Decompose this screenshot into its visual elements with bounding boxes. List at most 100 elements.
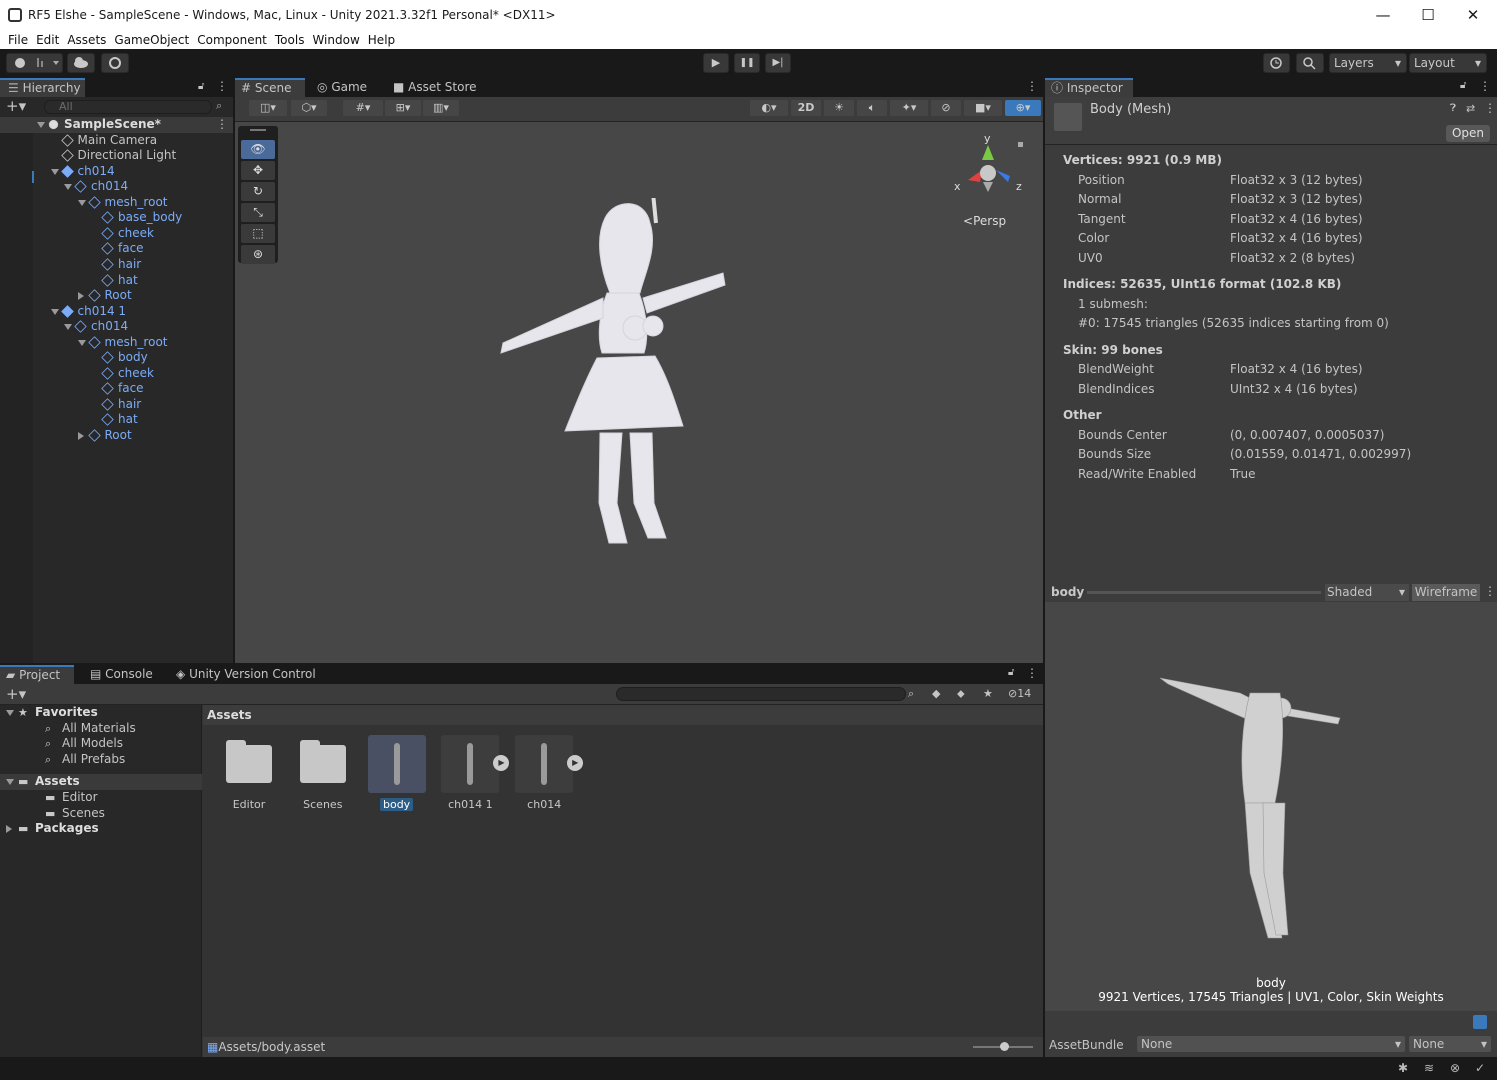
visibility-toggle-button[interactable]: ⊘ (931, 100, 961, 116)
2d-toggle-button[interactable]: 2D (791, 100, 821, 116)
project-tree-item[interactable]: ⌕ All Materials (0, 721, 202, 737)
effects-toggle-button[interactable]: ✦▾ (890, 100, 928, 116)
expand-arrow-icon[interactable] (37, 122, 45, 128)
shading-dropdown[interactable]: Shaded ▾ (1325, 584, 1409, 601)
network-icon[interactable]: ⊗ (1450, 1061, 1460, 1075)
close-button[interactable]: ✕ (1453, 4, 1493, 26)
tab-asset-store[interactable]: ■ Asset Store (387, 78, 487, 97)
ruler-button[interactable]: ▥▾ (423, 100, 459, 116)
check-circle-icon[interactable]: ✓ (1475, 1061, 1485, 1075)
hierarchy-row[interactable]: cheek (0, 366, 233, 382)
hierarchy-row[interactable]: Root (0, 428, 233, 444)
layers-dropdown[interactable]: Layers ▾ (1329, 53, 1407, 73)
hierarchy-row[interactable]: hat (0, 273, 233, 289)
audio-toggle-button[interactable]: 🔈︎ (857, 100, 887, 116)
collapse-arrow-icon[interactable] (6, 825, 12, 834)
lock-icon[interactable]: 🔓︎ (198, 81, 204, 92)
hierarchy-row[interactable]: ch014 (0, 179, 233, 195)
transform-tool-button[interactable]: ⊛ (241, 245, 275, 264)
label-filter-icon[interactable]: ⬥ (957, 687, 965, 701)
step-button[interactable]: ▶| (765, 53, 791, 73)
hierarchy-row[interactable]: Root (0, 288, 233, 304)
lock-icon[interactable]: 🔓︎ (1008, 667, 1014, 678)
menu-window[interactable]: Window (304, 30, 359, 47)
menu-gameobject[interactable]: GameObject (106, 30, 189, 47)
create-add-button[interactable]: +▾ (6, 97, 26, 115)
move-tool-button[interactable]: ✥ (241, 161, 275, 180)
hierarchy-row[interactable]: Main Camera (0, 133, 233, 149)
pause-button[interactable]: ❚❚ (734, 53, 760, 73)
hidden-packages-toggle[interactable]: ⊘14 (1008, 687, 1031, 700)
layers-stack-icon[interactable]: ≋ (1424, 1061, 1434, 1075)
filter-type-icon[interactable]: ◆ (932, 687, 940, 700)
rotate-tool-button[interactable]: ↻ (241, 182, 275, 201)
menu-edit[interactable]: Edit (28, 30, 59, 47)
menu-help[interactable]: Help (360, 30, 395, 47)
tab-scene[interactable]: # Scene (235, 78, 305, 97)
expand-arrow-icon[interactable] (64, 184, 72, 191)
tab-game[interactable]: ◎ Game (311, 78, 381, 97)
scale-tool-button[interactable]: ⤡ (241, 203, 275, 222)
asset-item[interactable]: ▶ ch014 1 (439, 735, 510, 811)
assetbundle-dropdown[interactable]: None ▾ (1137, 1036, 1405, 1052)
menu-assets[interactable]: Assets (59, 30, 106, 47)
tab-version-control[interactable]: ◈ Unity Version Control (170, 665, 330, 684)
history-button[interactable] (1263, 53, 1290, 73)
create-add-button[interactable]: +▾ (6, 685, 26, 703)
open-button[interactable]: Open (1446, 125, 1490, 142)
minimize-button[interactable]: — (1363, 4, 1403, 26)
grid-snap-button[interactable]: #▾ (343, 100, 383, 116)
hierarchy-row[interactable]: body (0, 350, 233, 366)
tab-hierarchy[interactable]: ☰ Hierarchy (0, 78, 85, 97)
expand-arrow-icon[interactable] (50, 168, 59, 175)
expand-model-icon[interactable]: ▶ (493, 755, 510, 771)
hierarchy-row[interactable]: mesh_root (0, 335, 233, 351)
hierarchy-row[interactable]: base_body (0, 210, 233, 226)
more-options-icon[interactable]: ⋮ (1484, 584, 1496, 598)
hierarchy-row[interactable]: face (0, 241, 233, 257)
hierarchy-row[interactable]: ch014 (0, 164, 233, 180)
hierarchy-search-input[interactable]: All (44, 100, 212, 114)
asset-item[interactable]: body (366, 735, 428, 811)
rect-tool-button[interactable]: ⬚ (241, 224, 275, 243)
hierarchy-row[interactable]: Directional Light (0, 148, 233, 164)
more-options-icon[interactable]: ⋮ (216, 117, 228, 132)
expand-arrow-icon[interactable] (77, 339, 86, 346)
collapse-arrow-icon[interactable] (77, 292, 84, 301)
hierarchy-row[interactable]: ch014 1 (0, 304, 233, 320)
camera-settings-button[interactable]: ■▾ (964, 100, 1002, 116)
search-by-type-icon[interactable]: ⌕ (908, 687, 914, 701)
play-button[interactable]: ▶ (703, 53, 729, 73)
project-tree-item[interactable]: ★ Favorites (0, 705, 202, 721)
more-options-icon[interactable]: ⋮ (1026, 79, 1038, 93)
maximize-button[interactable]: ☐ (1408, 4, 1448, 26)
project-search-input[interactable] (616, 687, 906, 701)
hierarchy-row[interactable]: face (0, 381, 233, 397)
render-mode-button[interactable]: ⬡▾ (291, 100, 327, 116)
collapse-arrow-icon[interactable] (77, 432, 84, 440)
more-options-icon[interactable]: ⋮ (1484, 101, 1496, 115)
wireframe-toggle[interactable]: Wireframe (1412, 584, 1480, 601)
expand-arrow-icon[interactable] (6, 779, 14, 786)
search-filter-icon[interactable]: ⌕ (216, 99, 222, 113)
shading-sphere-button[interactable]: ◐▾ (750, 100, 788, 116)
settings-button[interactable] (101, 53, 129, 73)
more-options-icon[interactable]: ⋮ (1026, 666, 1038, 680)
search-button[interactable] (1296, 53, 1324, 73)
favorite-star-icon[interactable]: ★ (983, 687, 993, 700)
asset-item[interactable]: Editor (218, 735, 280, 811)
preset-icon[interactable]: ⇄ (1466, 102, 1475, 115)
expand-arrow-icon[interactable] (77, 199, 86, 206)
menu-component[interactable]: Component (189, 30, 267, 47)
lock-icon[interactable]: 🔓︎ (1460, 80, 1466, 91)
perspective-toggle[interactable]: <Persp (963, 214, 1006, 228)
help-icon[interactable]: ❓︎ (1450, 103, 1456, 114)
expand-model-icon[interactable]: ▶ (567, 755, 584, 771)
more-options-icon[interactable]: ⋮ (1479, 79, 1491, 93)
project-tree-item[interactable]: ⌕ All Prefabs (0, 752, 202, 768)
hierarchy-row[interactable]: ch014 (0, 319, 233, 335)
lighting-toggle-button[interactable]: ☀ (824, 100, 854, 116)
bug-icon[interactable]: ✱ (1398, 1061, 1408, 1075)
mesh-preview-render[interactable] (1155, 668, 1355, 948)
snap-increment-button[interactable]: ⊞▾ (385, 100, 421, 116)
